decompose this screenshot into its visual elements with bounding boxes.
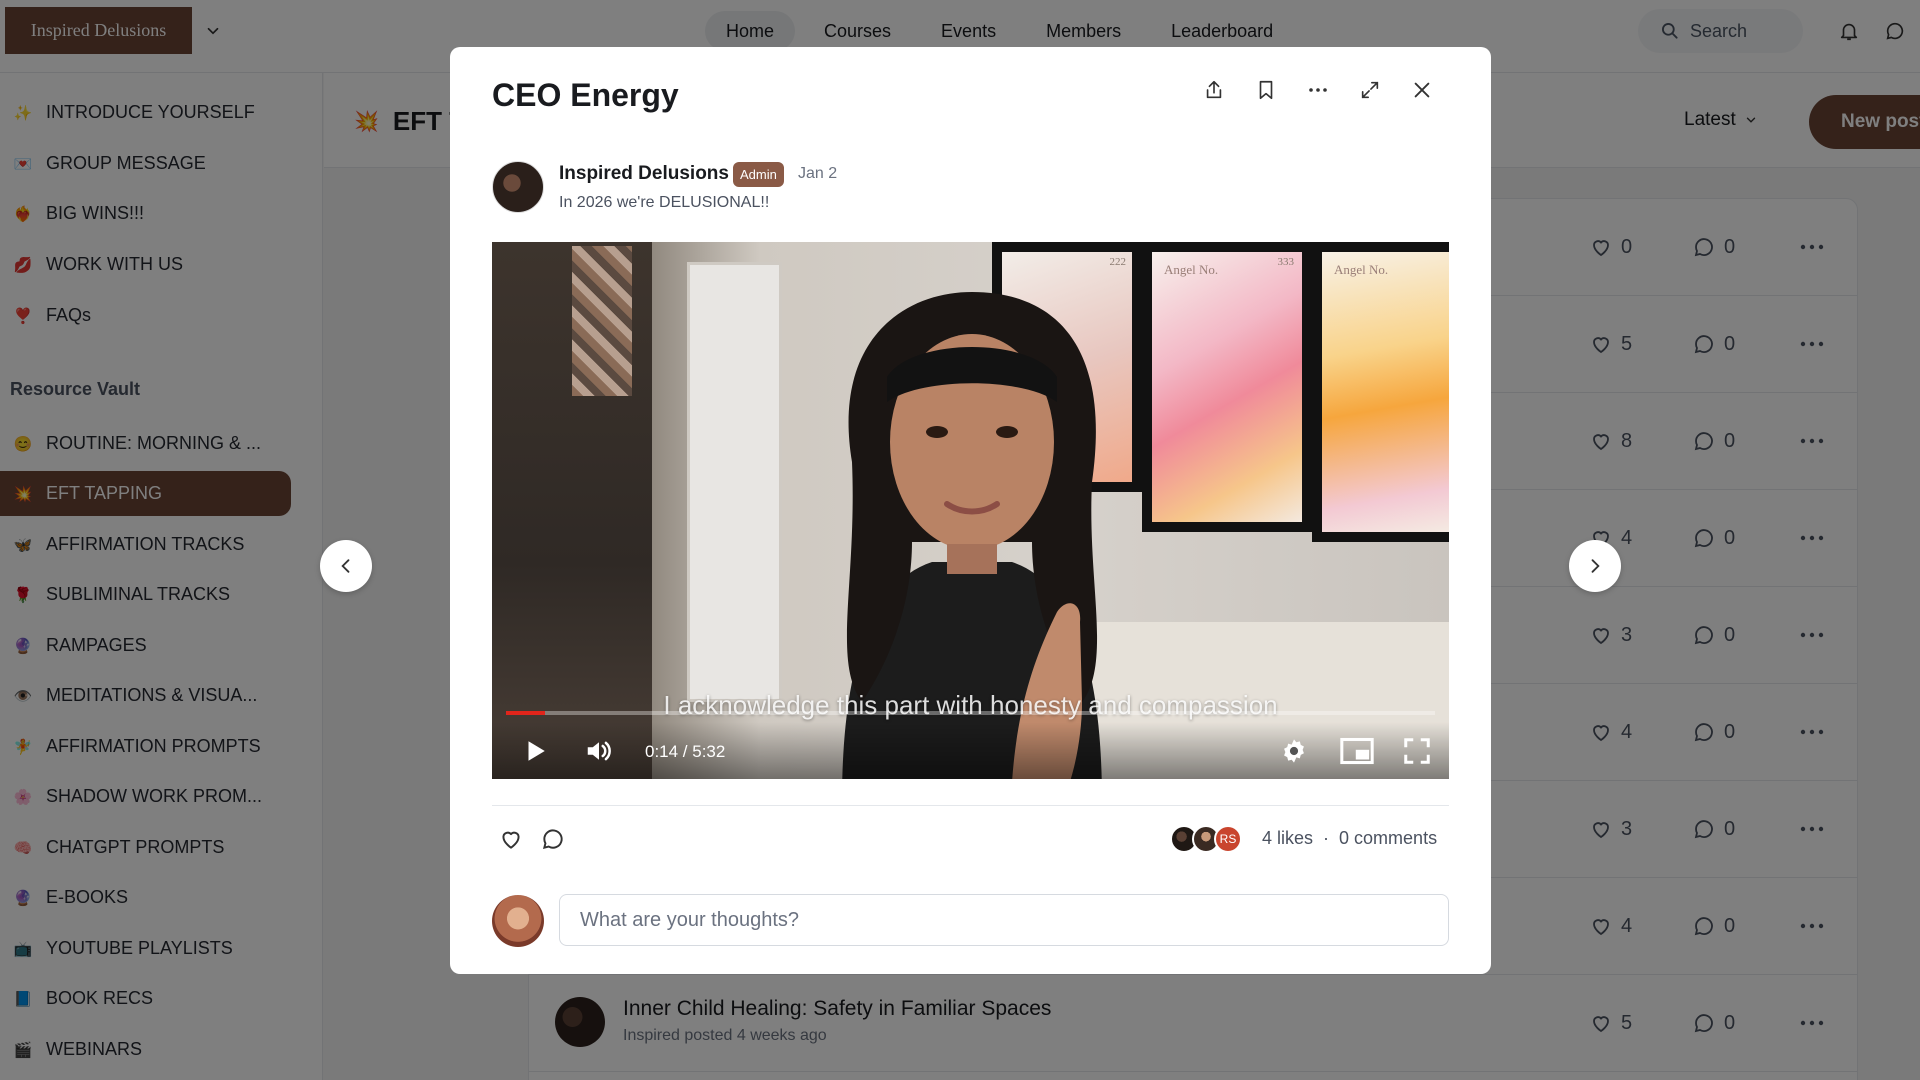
comments-count[interactable]: 0 comments [1339, 828, 1437, 849]
video-player[interactable]: 222 Angel No. 333 Angel No. I acknowledg… [492, 242, 1449, 779]
expand-icon [1361, 81, 1379, 99]
post-date: Jan 2 [798, 165, 838, 182]
art-label: 222 [1109, 256, 1127, 268]
video-time: 0:14 / 5:32 [645, 742, 726, 761]
video-progress-fill [506, 711, 546, 715]
post-body: In 2026 we're DELUSIONAL!! [559, 194, 770, 211]
liker-avatar: RS [1214, 825, 1242, 853]
divider [492, 805, 1449, 806]
share-button[interactable] [1202, 77, 1226, 103]
more-horizontal-icon [1309, 88, 1327, 92]
bookmark-icon [1259, 80, 1273, 100]
liker-avatars[interactable]: RS [1170, 825, 1242, 853]
author-avatar[interactable] [492, 161, 544, 213]
separator: · [1323, 828, 1330, 848]
art-label: Angel No. [1334, 262, 1389, 277]
miniplayer-icon [1340, 737, 1374, 765]
expand-button[interactable] [1358, 77, 1382, 103]
volume-button[interactable] [584, 736, 614, 766]
play-button[interactable] [522, 736, 548, 766]
like-button[interactable] [498, 826, 524, 852]
comment-icon [542, 829, 563, 850]
close-button[interactable] [1410, 77, 1434, 103]
fullscreen-button[interactable] [1402, 736, 1432, 766]
video-art-frame: Angel No. [1312, 242, 1449, 542]
likes-count[interactable]: 4 likes [1262, 828, 1313, 849]
modal-actions [1202, 77, 1434, 103]
bookmark-button[interactable] [1254, 77, 1278, 103]
post-title: CEO Energy [492, 77, 679, 113]
fullscreen-icon [1404, 738, 1430, 764]
comment-button[interactable] [540, 826, 566, 852]
settings-button[interactable] [1280, 736, 1308, 766]
art-label: Angel No. [1164, 262, 1219, 277]
more-options-button[interactable] [1306, 77, 1330, 103]
share-icon [1206, 80, 1222, 99]
chevron-left-icon [341, 559, 350, 573]
miniplayer-button[interactable] [1340, 736, 1374, 766]
engagement-summary: 4 likes · 0 comments [1262, 828, 1437, 849]
previous-post-button[interactable] [320, 540, 372, 592]
close-icon [1414, 82, 1430, 98]
video-controls: 0:14 / 5:32 [492, 722, 1449, 779]
heart-icon [502, 831, 520, 849]
video-door [687, 262, 782, 702]
play-icon [528, 741, 545, 761]
video-caption: I acknowledge this part with honesty and… [663, 690, 1278, 720]
gear-icon [1284, 739, 1304, 763]
next-post-button[interactable] [1569, 540, 1621, 592]
comment-input[interactable] [559, 894, 1449, 946]
current-user-avatar [492, 895, 544, 947]
author-name[interactable]: Inspired Delusions [559, 163, 729, 185]
video-photo-wall [572, 246, 632, 396]
post-modal: CEO Energy Inspired Delusions Admin Jan … [450, 47, 1491, 974]
video-art-frame: Angel No. 333 [1142, 242, 1312, 532]
admin-badge: Admin [733, 162, 784, 187]
chevron-right-icon [1591, 559, 1600, 573]
art-label: 333 [1277, 256, 1295, 268]
volume-icon [587, 741, 611, 761]
video-progress-bar[interactable] [506, 711, 1435, 715]
